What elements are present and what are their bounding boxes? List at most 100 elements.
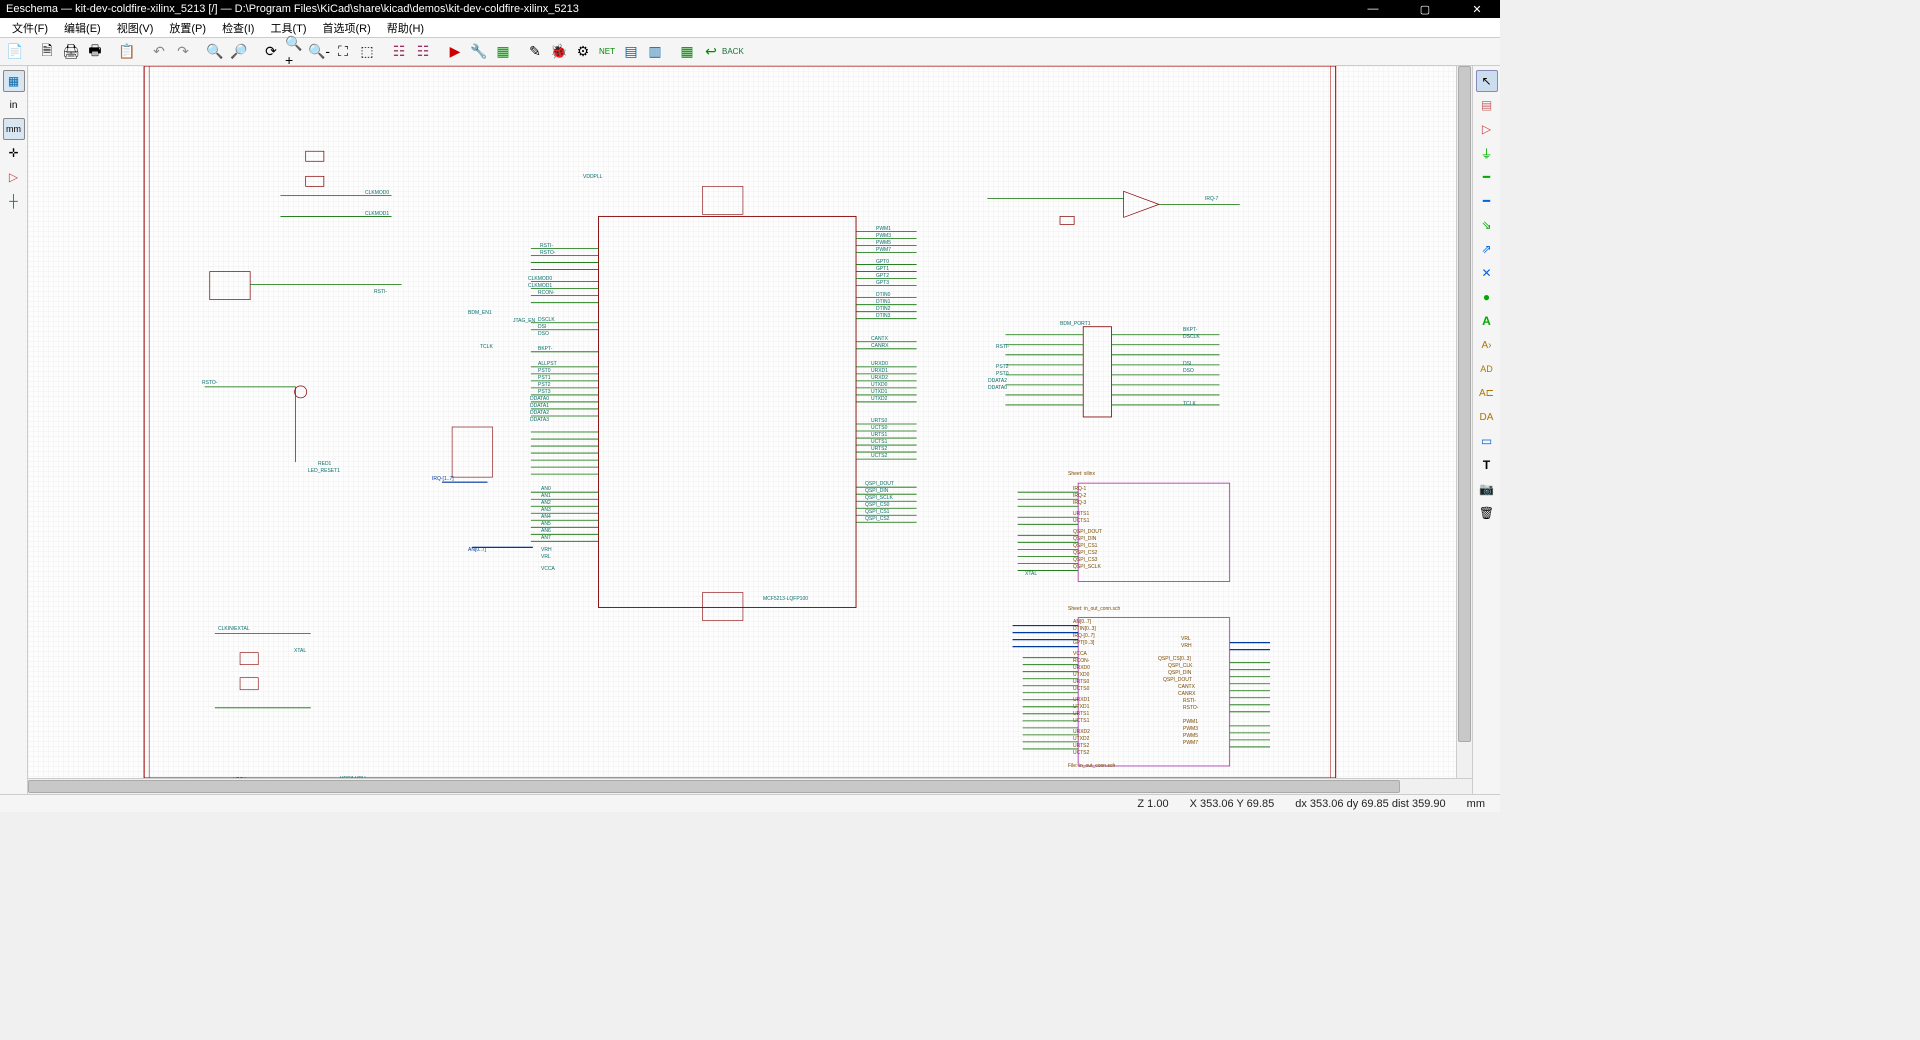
net-an1: AN1 [541,493,551,499]
maximize-button[interactable]: ▢ [1408,3,1442,16]
place-wire-icon[interactable]: ━ [1476,166,1498,188]
menu-preferences[interactable]: 首选项(R) [315,20,379,36]
net-dsclk: DSCLK [538,317,555,323]
zoom-in-icon[interactable]: 🔍+ [284,41,306,63]
menu-inspect[interactable]: 检查(I) [214,20,262,36]
bom-icon[interactable]: ▤ [620,41,642,63]
place-graphic-line-icon[interactable]: ▭ [1476,430,1498,452]
hidden-pins-icon[interactable]: ▷ [3,166,25,188]
menu-file[interactable]: 文件(F) [4,20,56,36]
zoom-out-icon[interactable]: 🔍- [308,41,330,63]
redo-icon[interactable]: ↷ [172,41,194,63]
force-hv-icon[interactable]: ┼ [3,190,25,212]
place-text-icon[interactable]: T [1476,454,1498,476]
minimize-button[interactable]: — [1356,3,1390,16]
ref-mcf: MCF5213-LQFP100 [763,596,808,602]
sheet-inout-file: File: in_out_conn.sch [1068,763,1115,769]
pin-gpt-bus: GPT[0..3] [1073,640,1094,646]
place-power-icon[interactable]: ⏚ [1476,142,1498,164]
grid-toggle-icon[interactable]: ▦ [3,70,25,92]
zoom-selection-icon[interactable]: ⬚ [356,41,378,63]
status-zoom: Z 1.00 [1127,798,1179,810]
net-utxd1: UTXD1 [871,389,887,395]
menu-tools[interactable]: 工具(T) [262,20,314,36]
find-icon[interactable]: 🔍 [204,41,226,63]
status-xy: X 353.06 Y 69.85 [1180,798,1286,810]
units-mm-button[interactable]: mm [3,118,25,140]
cursor-shape-icon[interactable]: ✛ [3,142,25,164]
net-ddata0: DDATA0 [530,396,549,402]
import-sheet-pin-icon[interactable]: DA [1476,406,1498,428]
close-button[interactable]: ✕ [1460,3,1494,16]
plot-icon[interactable]: 🖶 [84,41,106,63]
delete-icon[interactable]: 🗑 [1476,502,1498,524]
symbol-fields-icon[interactable]: ▥ [644,41,666,63]
menu-view[interactable]: 视图(V) [109,20,162,36]
netlist-icon[interactable]: NET [596,41,618,63]
ref-led-reset: LED_RESET1 [308,468,340,474]
net-clkmod1-l: CLKMOD1 [528,283,552,289]
net-pst1: PST1 [538,375,551,381]
net-pst0: PST0 [538,368,551,374]
place-image-icon[interactable]: 📷 [1476,478,1498,500]
net-vrl: VRL [541,554,551,560]
symbol-browser-icon[interactable]: ▦ [492,41,514,63]
run-icon[interactable]: ▶ [444,41,466,63]
net-an3: AN3 [541,507,551,513]
pin-pwm1-r: PWM1 [1183,719,1198,725]
pcb-icon[interactable]: ▦ [676,41,698,63]
place-junction-icon[interactable]: ● [1476,286,1498,308]
net-rsto-l: RSTO- [540,250,555,256]
back-icon[interactable]: ↩ [700,41,722,63]
highlight-net-icon[interactable]: ▤ [1476,94,1498,116]
print-icon[interactable]: 🖨 [60,41,82,63]
hierarchy-icon[interactable]: ☷ [388,41,410,63]
net-ucts2: UCTS2 [871,453,887,459]
title-bar: Eeschema — kit-dev-coldfire-xilinx_5213 … [0,0,1500,18]
place-symbol-icon[interactable]: ▷ [1476,118,1498,140]
annotate-icon[interactable]: ⚙ [572,41,594,63]
refresh-icon[interactable]: ⟳ [260,41,282,63]
paste-icon[interactable]: 📋 [116,41,138,63]
net-xtal: XTAL [294,648,306,654]
place-netlabel-icon[interactable]: A [1476,310,1498,332]
page-settings-icon[interactable]: 🗎 [36,41,58,63]
pin-ucts0: UCTS0 [1073,686,1089,692]
units-in-button[interactable]: in [3,94,25,116]
net-tclk-r: TCLK [1183,401,1196,407]
leave-sheet-icon[interactable]: ☷ [412,41,434,63]
place-hierlabel-icon[interactable]: AD [1476,358,1498,380]
footprint-edit-icon[interactable]: ✎ [524,41,546,63]
pin-qspi-sclk: QSPI_SCLK [1073,564,1101,570]
new-icon[interactable]: 📄 [4,41,26,63]
net-ddata0-r: DDATA0 [988,385,1007,391]
select-tool-icon[interactable]: ↖ [1476,70,1498,92]
horizontal-scrollbar[interactable] [28,778,1472,794]
place-wire-entry-icon[interactable]: ⇘ [1476,214,1498,236]
find-replace-icon[interactable]: 🔎 [228,41,250,63]
place-noconnect-icon[interactable]: ✕ [1476,262,1498,284]
net-bkpt-r: BKPT- [1183,327,1197,333]
undo-icon[interactable]: ↶ [148,41,170,63]
symbol-editor-icon[interactable]: 🔧 [468,41,490,63]
menu-help[interactable]: 帮助(H) [379,20,432,36]
place-bus-icon[interactable]: ━ [1476,190,1498,212]
back-label: BACK [722,47,744,56]
ref-red1: RED1 [318,461,331,467]
schematic-overlay: CLKMOD0 CLKMOD1 CLKIN/EXTAL RSTI- RSTO- … [28,66,1472,778]
zoom-fit-icon[interactable]: ⛶ [332,41,354,63]
status-bar: Z 1.00 X 353.06 Y 69.85 dx 353.06 dy 69.… [0,794,1500,812]
net-pwm5: PWM5 [876,240,891,246]
pin-dtin-bus: DTIN[0..3] [1073,626,1096,632]
erc-icon[interactable]: 🐞 [548,41,570,63]
menu-place[interactable]: 放置(P) [161,20,214,36]
net-ucts1: UCTS1 [871,439,887,445]
place-bus-entry-icon[interactable]: ⇗ [1476,238,1498,260]
place-globallabel-icon[interactable]: A› [1476,334,1498,356]
net-utxd2: UTXD2 [871,396,887,402]
place-sheet-pin-icon[interactable]: A⊏ [1476,382,1498,404]
menu-edit[interactable]: 编辑(E) [56,20,109,36]
schematic-canvas[interactable]: CLKMOD0 CLKMOD1 CLKIN/EXTAL RSTI- RSTO- … [28,66,1472,778]
net-urxd0: URXD0 [871,361,888,367]
vertical-scrollbar[interactable] [1456,66,1472,778]
